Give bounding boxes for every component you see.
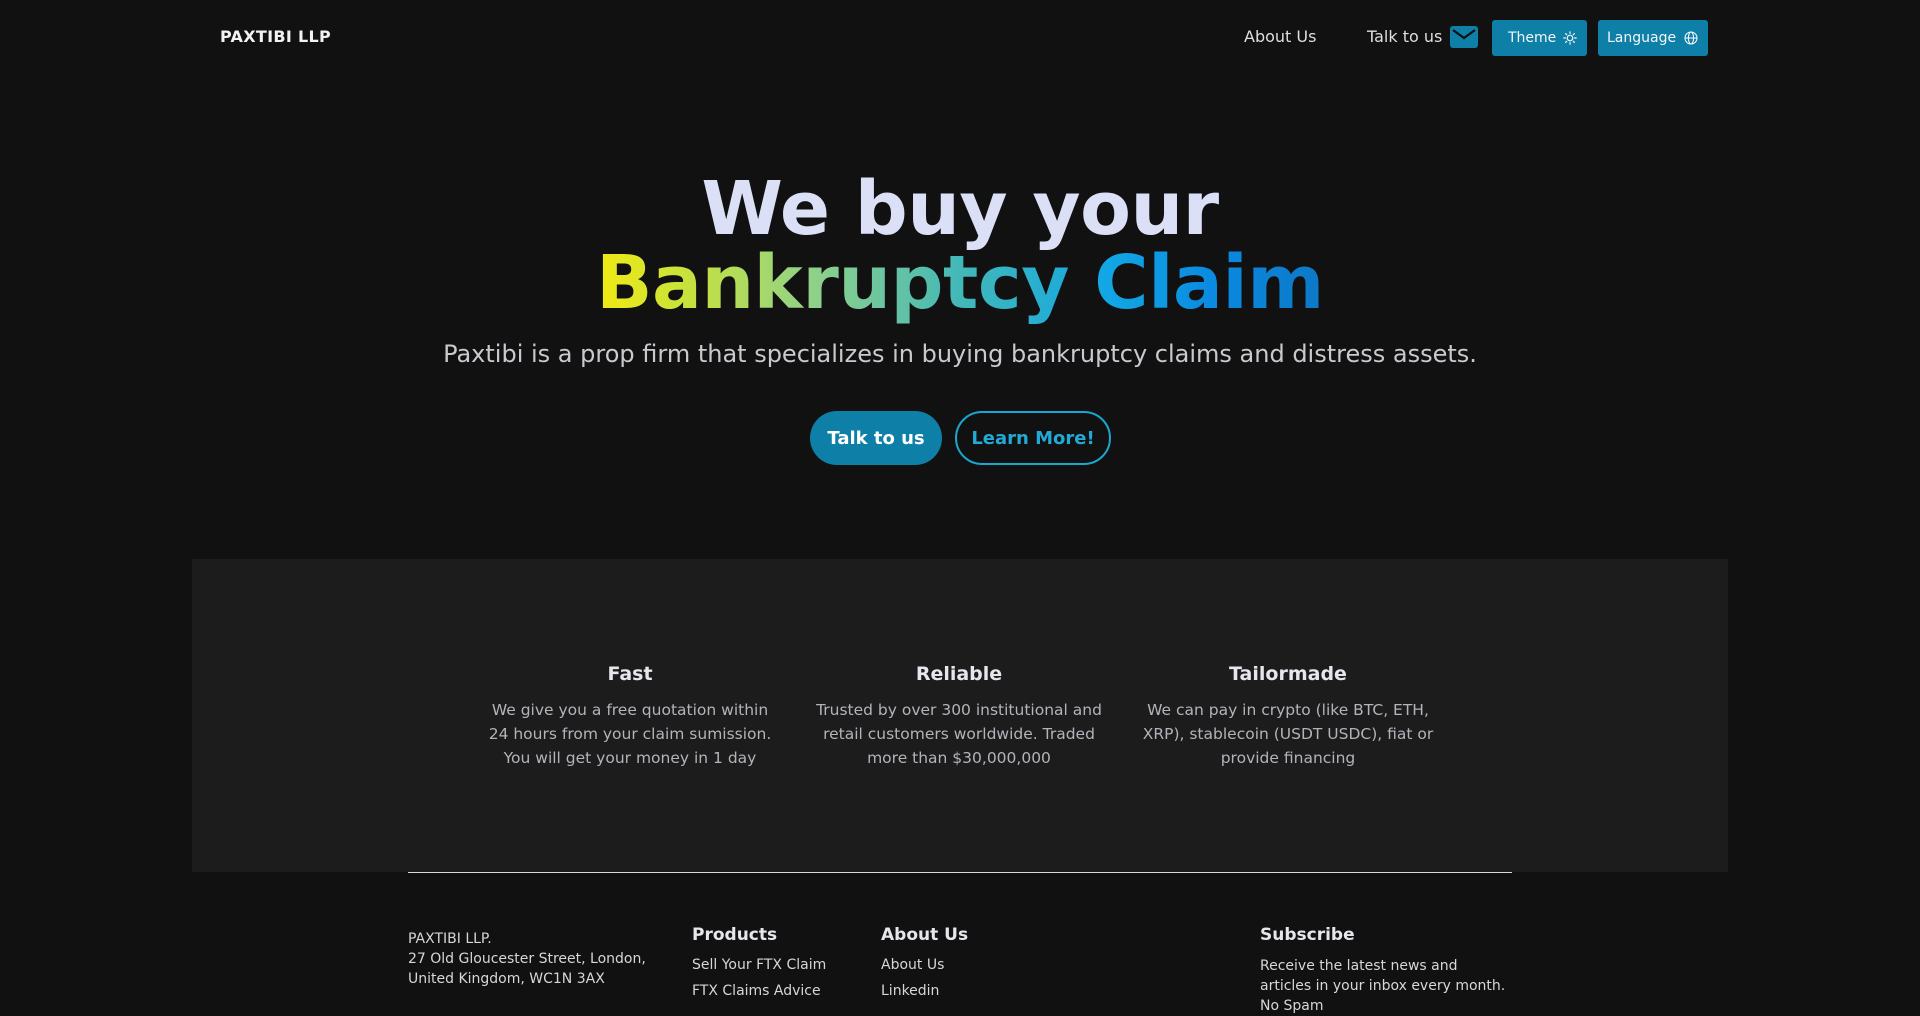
feature-title: Tailormade xyxy=(1229,663,1347,685)
footer-products: Products Sell Your FTX Claim FTX Claims … xyxy=(692,924,826,1001)
footer-subscribe-text: Receive the latest news and articles in … xyxy=(1260,958,1506,1014)
mail-icon[interactable] xyxy=(1450,26,1478,48)
footer-link-ftx-claims-advice[interactable]: FTX Claims Advice xyxy=(692,981,826,1001)
feature-text: We give you a free quotation within 24 h… xyxy=(488,701,772,767)
footer-about: About Us About Us Linkedin xyxy=(881,924,968,1001)
feature-title: Fast xyxy=(607,663,653,685)
feature-fast: Fast We give you a free quotation within… xyxy=(480,661,780,770)
features-section: Fast We give you a free quotation within… xyxy=(192,559,1728,872)
footer-link-linkedin[interactable]: Linkedin xyxy=(881,981,968,1001)
hero-title-line2: Bankruptcy Claim xyxy=(0,238,1920,328)
hero-title-gradient: Bankruptcy Claim xyxy=(596,240,1324,326)
footer-subscribe: Subscribe Receive the latest news and ar… xyxy=(1260,924,1510,1016)
feature-title: Reliable xyxy=(915,663,1003,685)
feature-text: Trusted by over 300 institutional and re… xyxy=(816,701,1102,767)
nav-link-talk[interactable]: Talk to us xyxy=(1367,27,1442,46)
hero-subtitle: Paxtibi is a prop firm that specializes … xyxy=(443,340,1477,368)
footer-address: PAXTIBI LLP. 27 Old Gloucester Street, L… xyxy=(408,929,646,989)
footer-divider xyxy=(408,872,1512,873)
brand-logo[interactable]: PAXTIBI LLP xyxy=(220,27,331,46)
talk-to-us-button[interactable]: Talk to us xyxy=(810,411,942,465)
address-line: 27 Old Gloucester Street, London, xyxy=(408,951,646,967)
top-navbar: PAXTIBI LLP About Us Talk to us Theme La… xyxy=(0,0,1920,76)
footer-about-heading: About Us xyxy=(881,925,969,945)
theme-button[interactable]: Theme xyxy=(1492,20,1587,56)
feature-tailormade: Tailormade We can pay in crypto (like BT… xyxy=(1138,661,1438,770)
feature-text: We can pay in crypto (like BTC, ETH, XRP… xyxy=(1142,701,1434,767)
theme-button-label: Theme xyxy=(1508,30,1557,46)
language-button[interactable]: Language xyxy=(1598,20,1708,56)
footer-link-about-us[interactable]: About Us xyxy=(881,955,968,975)
sun-icon xyxy=(1563,31,1577,45)
footer-subscribe-heading: Subscribe xyxy=(1260,925,1355,945)
feature-reliable: Reliable Trusted by over 300 institution… xyxy=(809,661,1109,770)
learn-more-button[interactable]: Learn More! xyxy=(955,411,1111,465)
address-line: United Kingdom, WC1N 3AX xyxy=(408,971,605,987)
footer-products-heading: Products xyxy=(692,925,778,945)
address-line: PAXTIBI LLP. xyxy=(408,931,492,947)
language-button-label: Language xyxy=(1607,30,1677,46)
globe-icon xyxy=(1684,31,1698,45)
footer-link-sell-ftx-claim[interactable]: Sell Your FTX Claim xyxy=(692,955,826,975)
nav-link-about[interactable]: About Us xyxy=(1244,27,1316,46)
